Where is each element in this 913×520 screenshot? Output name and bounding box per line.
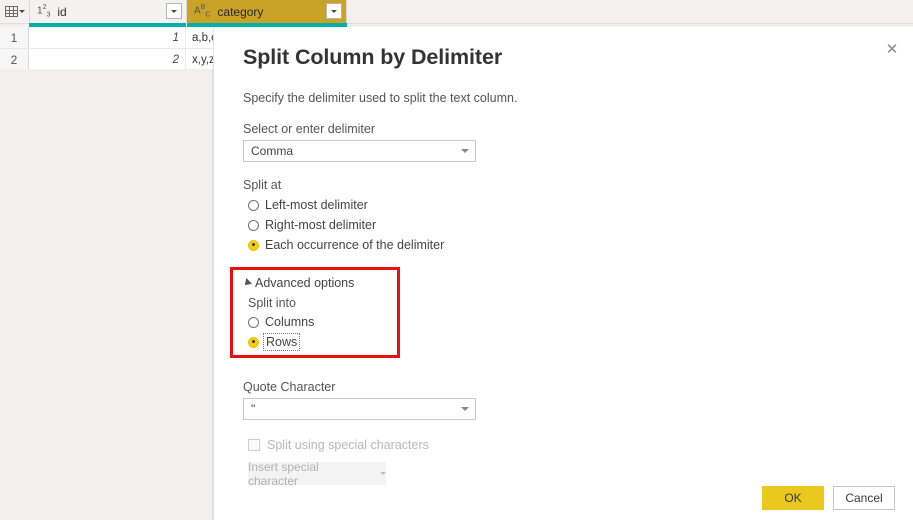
dialog-subtitle: Specify the delimiter used to split the …: [243, 91, 518, 105]
ok-button[interactable]: OK: [762, 486, 824, 510]
delimiter-select[interactable]: Comma: [243, 140, 476, 162]
insert-special-character-button: Insert special character: [248, 459, 386, 488]
radio-left-most-delimiter[interactable]: Left-most delimiter: [243, 195, 883, 215]
delimiter-label: Select or enter delimiter: [243, 122, 376, 136]
advanced-options-section: Advanced options Split into Columns Rows: [230, 267, 883, 358]
row-number: 2: [0, 49, 29, 70]
chevron-down-icon: [331, 9, 337, 13]
radio-icon: [248, 199, 259, 211]
checkbox-label: Split using special characters: [267, 438, 429, 452]
radio-icon: [248, 316, 259, 328]
radio-label: Right-most delimiter: [265, 218, 377, 232]
radio-icon-selected: [248, 336, 259, 348]
quote-character-label: Quote Character: [243, 380, 336, 394]
column-header-category-label: category: [217, 4, 264, 19]
text-type-icon: ABC: [194, 4, 211, 19]
chevron-down-icon: [171, 9, 177, 13]
table-corner-icon: [4, 6, 18, 17]
radio-label: Left-most delimiter: [265, 198, 368, 212]
column-header-id[interactable]: 123 id: [30, 0, 187, 23]
radio-icon-selected: [248, 239, 259, 251]
quote-character-select[interactable]: ": [243, 398, 476, 420]
radio-split-into-columns[interactable]: Columns: [243, 312, 883, 332]
checkbox-icon: [248, 439, 260, 451]
split-into-label: Split into: [248, 296, 296, 310]
column-filter-button-id[interactable]: [166, 3, 182, 19]
grid-left-pane: [0, 69, 213, 520]
chevron-down-icon: [380, 472, 386, 475]
radio-icon: [248, 219, 259, 231]
chevron-down-icon: [461, 149, 469, 153]
page-title: Split Column by Delimiter: [243, 45, 503, 69]
radio-label: Each occurrence of the delimiter: [265, 238, 445, 252]
column-filter-button-category[interactable]: [326, 3, 342, 19]
split-at-label: Split at: [243, 178, 282, 192]
split-using-special-characters-checkbox[interactable]: Split using special characters: [243, 438, 883, 452]
radio-split-into-rows[interactable]: Rows: [243, 332, 883, 352]
split-column-by-delimiter-dialog: ✕ Split Column by Delimiter Specify the …: [213, 27, 913, 520]
radio-right-most-delimiter[interactable]: Right-most delimiter: [243, 215, 883, 235]
radio-label: Rows: [262, 333, 301, 351]
radio-label: Columns: [265, 315, 315, 329]
cell-id[interactable]: 2: [29, 49, 186, 70]
grid-column-header-row: 123 id ABC category: [0, 0, 913, 24]
delimiter-value: Comma: [251, 144, 294, 158]
radio-each-occurrence-of-the-delimiter[interactable]: Each occurrence of the delimiter: [243, 235, 883, 255]
advanced-options-toggle[interactable]: Advanced options: [242, 274, 883, 292]
chevron-down-icon: [461, 407, 469, 411]
cancel-button[interactable]: Cancel: [833, 486, 895, 510]
advanced-options-label: Advanced options: [255, 276, 355, 290]
whole-number-type-icon: 123: [37, 4, 51, 19]
triangle-expanded-icon: [242, 278, 252, 288]
row-number: 1: [0, 27, 29, 48]
column-header-id-label: id: [57, 4, 67, 19]
dialog-footer: OK Cancel: [762, 486, 895, 510]
cell-id[interactable]: 1: [29, 27, 186, 48]
insert-special-character-label: Insert special character: [248, 459, 319, 488]
column-header-category[interactable]: ABC category: [187, 0, 347, 23]
dialog-content: Split Column by Delimiter Specify the de…: [230, 45, 883, 488]
quote-character-value: ": [251, 402, 256, 416]
chevron-down-icon: [18, 10, 25, 13]
grid-select-all-button[interactable]: [0, 0, 30, 23]
